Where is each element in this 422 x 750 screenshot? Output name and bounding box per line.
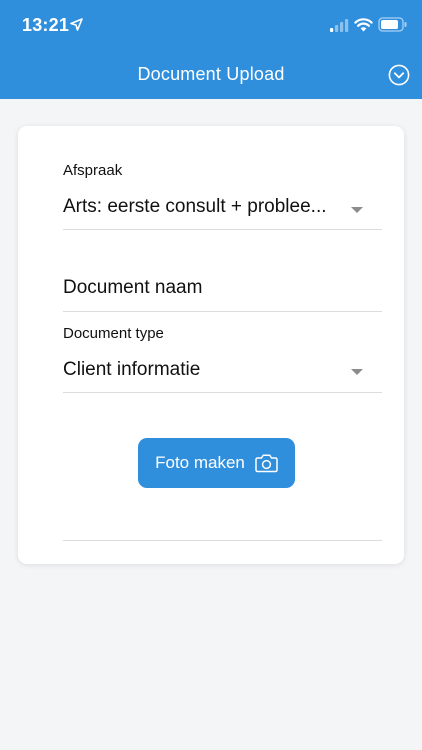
document-type-dropdown-caret-icon [351, 369, 363, 375]
document-naam-input[interactable] [63, 272, 382, 304]
location-arrow-icon [70, 18, 83, 31]
document-type-select[interactable]: Client informatie [63, 352, 382, 392]
foto-maken-button[interactable]: Foto maken [138, 438, 295, 488]
afspraak-select[interactable]: Arts: eerste consult + problee... [63, 188, 382, 230]
cellular-signal-icon [330, 19, 349, 32]
page-title: Document Upload [137, 64, 285, 84]
app-header: 13:21 Document Upload [0, 0, 422, 99]
bottom-divider [63, 540, 382, 541]
afspraak-label: Afspraak [63, 162, 123, 179]
upload-form-card: Afspraak Arts: eerste consult + problee.… [18, 126, 404, 564]
afspraak-dropdown-caret-icon [351, 207, 363, 213]
chevron-down-circle-icon[interactable] [388, 64, 410, 86]
afspraak-value: Arts: eerste consult + problee... [63, 196, 327, 217]
foto-maken-label: Foto maken [155, 453, 245, 472]
afspraak-divider [63, 229, 382, 230]
document-type-value: Client informatie [63, 359, 201, 380]
wifi-icon [354, 18, 373, 32]
status-bar: 13:21 [0, 0, 422, 50]
status-time: 13:21 [22, 15, 70, 35]
battery-icon [378, 17, 407, 32]
document-type-label: Document type [63, 325, 164, 342]
document-type-divider [63, 392, 382, 393]
document-naam-divider [63, 311, 382, 312]
camera-icon [255, 454, 278, 473]
